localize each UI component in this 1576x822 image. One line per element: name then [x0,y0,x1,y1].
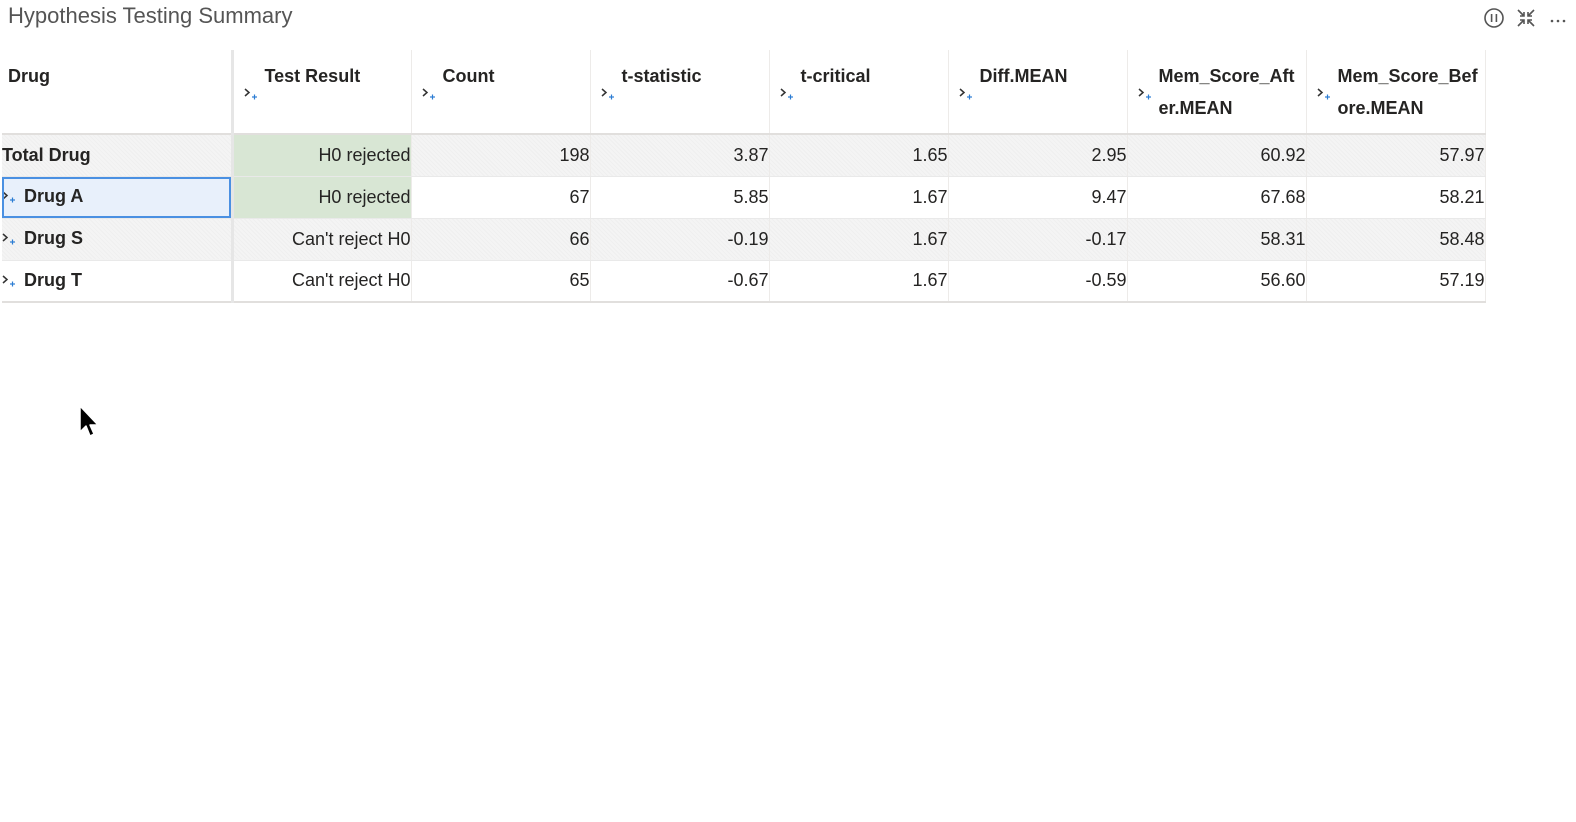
cell-mem-score-before-mean[interactable]: 57.97 [1306,134,1486,177]
column-header-label: t-critical [800,66,871,86]
column-header-label: Mem_Score_After.MEAN [1158,66,1295,118]
table-row-total: Total Drug H0 rejected 198 3.87 1.65 2.9… [2,134,1486,177]
cell-count[interactable]: 66 [411,218,591,261]
row-header-drug-s[interactable]: Drug S [2,218,234,261]
row-header-total-drug[interactable]: Total Drug [2,134,234,177]
column-header-diff-mean[interactable]: Diff.MEAN [948,50,1128,135]
cell-t-statistic[interactable]: 3.87 [590,134,770,177]
cell-t-statistic[interactable]: -0.67 [590,260,770,303]
more-options-icon[interactable] [1546,6,1570,30]
cell-test-result[interactable]: H0 rejected [232,134,412,177]
column-header-t-critical[interactable]: t-critical [769,50,949,135]
expand-row-icon[interactable] [2,187,18,208]
cell-count[interactable]: 65 [411,260,591,303]
cell-mem-score-after-mean[interactable]: 60.92 [1127,134,1307,177]
cell-t-critical[interactable]: 1.65 [769,134,949,177]
expand-row-icon[interactable] [2,271,18,292]
row-header-drug-a[interactable]: Drug A [2,176,234,219]
column-header-row: Drug Test Result Count t-statistic t-cri… [2,50,1486,135]
cell-mem-score-after-mean[interactable]: 56.60 [1127,260,1307,303]
expand-column-icon[interactable] [780,84,796,105]
cell-count[interactable]: 67 [411,176,591,219]
matrix-table: Drug Test Result Count t-statistic t-cri… [2,50,1486,303]
column-header-label: Mem_Score_Before.MEAN [1337,66,1478,118]
cell-mem-score-after-mean[interactable]: 58.31 [1127,218,1307,261]
row-label: Drug A [24,186,84,207]
column-header-label: Count [442,66,495,86]
column-header-t-statistic[interactable]: t-statistic [590,50,770,135]
cell-mem-score-before-mean[interactable]: 58.48 [1306,218,1486,261]
row-header-column-title[interactable]: Drug [2,50,234,135]
cell-t-critical[interactable]: 1.67 [769,218,949,261]
visual-title: Hypothesis Testing Summary [8,3,293,28]
expand-column-icon[interactable] [601,84,617,105]
column-header-label: t-statistic [621,66,702,86]
visual-container: Hypothesis Testing Summary Drug Test Res… [0,0,1576,822]
table-row-drug-t: Drug T Can't reject H0 65 -0.67 1.67 -0.… [2,260,1486,303]
cell-t-critical[interactable]: 1.67 [769,260,949,303]
column-header-label: Test Result [264,66,361,86]
cell-mem-score-after-mean[interactable]: 67.68 [1127,176,1307,219]
row-label: Drug S [24,228,84,249]
mouse-pointer-icon [78,404,100,440]
table-row-drug-a: Drug A H0 rejected 67 5.85 1.67 9.47 67.… [2,176,1486,219]
expand-column-icon[interactable] [1317,84,1333,105]
column-header-mem-score-after-mean[interactable]: Mem_Score_After.MEAN [1127,50,1307,135]
expand-column-icon[interactable] [422,84,438,105]
cell-mem-score-before-mean[interactable]: 58.21 [1306,176,1486,219]
collapse-icon[interactable] [1514,6,1538,30]
column-header-test-result[interactable]: Test Result [232,50,412,135]
table-row-drug-s: Drug S Can't reject H0 66 -0.19 1.67 -0.… [2,218,1486,261]
cell-diff-mean[interactable]: 2.95 [948,134,1128,177]
expand-column-icon[interactable] [1138,84,1154,105]
cell-test-result[interactable]: Can't reject H0 [232,218,412,261]
column-header-count[interactable]: Count [411,50,591,135]
visual-header-icons [1474,6,1570,30]
expand-row-icon[interactable] [2,229,18,250]
expand-column-icon[interactable] [244,84,260,105]
cell-mem-score-before-mean[interactable]: 57.19 [1306,260,1486,303]
cell-diff-mean[interactable]: -0.59 [948,260,1128,303]
pause-icon[interactable] [1482,6,1506,30]
cell-count[interactable]: 198 [411,134,591,177]
column-header-mem-score-before-mean[interactable]: Mem_Score_Before.MEAN [1306,50,1486,135]
row-label: Total Drug [2,144,91,165]
row-header-drug-t[interactable]: Drug T [2,260,234,303]
cell-t-critical[interactable]: 1.67 [769,176,949,219]
cell-diff-mean[interactable]: 9.47 [948,176,1128,219]
expand-column-icon[interactable] [959,84,975,105]
cell-test-result[interactable]: H0 rejected [232,176,412,219]
row-header-label: Drug [8,66,50,86]
column-header-label: Diff.MEAN [979,66,1068,86]
cell-diff-mean[interactable]: -0.17 [948,218,1128,261]
row-label: Drug T [24,269,82,290]
cell-test-result[interactable]: Can't reject H0 [232,260,412,303]
cell-t-statistic[interactable]: 5.85 [590,176,770,219]
cell-t-statistic[interactable]: -0.19 [590,218,770,261]
